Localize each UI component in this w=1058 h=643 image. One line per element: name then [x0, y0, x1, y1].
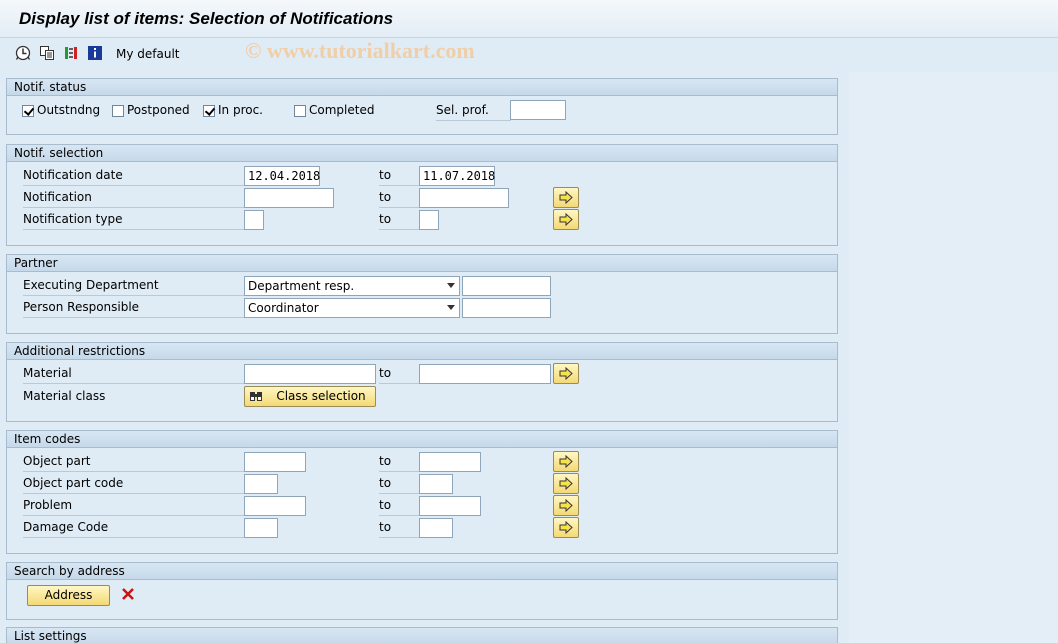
to-label: to: [379, 517, 419, 538]
material-from-input[interactable]: [244, 364, 376, 384]
problem-from-input[interactable]: [244, 496, 306, 516]
selprof-label: Sel. prof.: [436, 100, 511, 121]
problem-label: Problem: [23, 495, 245, 516]
inproc-label: In proc.: [218, 103, 263, 117]
arrow-right-icon: [559, 367, 573, 380]
notif-date-to-input[interactable]: 11.07.2018: [419, 166, 495, 186]
to-label: to: [379, 451, 419, 472]
material-label: Material: [23, 363, 245, 384]
partner-header: Partner: [7, 255, 837, 272]
notif-date-label: Notification date: [23, 165, 245, 186]
multiple-selection-button[interactable]: [553, 209, 579, 230]
notif-selection-header: Notif. selection: [7, 145, 837, 162]
outstanding-checkbox[interactable]: [22, 105, 34, 117]
selprof-input[interactable]: [510, 100, 566, 120]
exec-dept-select[interactable]: Department resp.: [244, 276, 460, 296]
to-label: to: [379, 165, 419, 186]
person-resp-select[interactable]: Coordinator: [244, 298, 460, 318]
item-codes-header: Item codes: [7, 431, 837, 448]
notif-type-to-input[interactable]: [419, 210, 439, 230]
problem-to-input[interactable]: [419, 496, 481, 516]
item-codes-box: Item codes Object part to Object part co…: [6, 430, 838, 554]
postponed-checkbox[interactable]: [112, 105, 124, 117]
notif-type-from-input[interactable]: [244, 210, 264, 230]
damage-code-from-input[interactable]: [244, 518, 278, 538]
multiple-selection-button[interactable]: [553, 517, 579, 538]
page-title: Display list of items: Selection of Noti…: [19, 9, 394, 28]
exec-dept-label: Executing Department: [23, 275, 245, 296]
address-button[interactable]: Address: [27, 585, 110, 606]
partner-box: Partner Executing Department Department …: [6, 254, 838, 334]
multiple-selection-button[interactable]: [553, 187, 579, 208]
class-selection-label: Class selection: [276, 389, 366, 403]
binoculars-icon: [250, 392, 262, 401]
damage-code-to-input[interactable]: [419, 518, 453, 538]
completed-checkbox[interactable]: [294, 105, 306, 117]
notification-to-input[interactable]: [419, 188, 509, 208]
execute-icon[interactable]: [15, 45, 31, 61]
object-part-code-from-input[interactable]: [244, 474, 278, 494]
selection-options-icon[interactable]: [63, 45, 79, 61]
object-part-to-input[interactable]: [419, 452, 481, 472]
completed-label: Completed: [309, 103, 375, 117]
search-by-address-header: Search by address: [7, 563, 837, 580]
variants-icon[interactable]: [39, 45, 55, 61]
list-settings-box: List settings: [6, 627, 838, 643]
chevron-down-icon: [447, 305, 455, 310]
notification-from-input[interactable]: [244, 188, 334, 208]
arrow-right-icon: [559, 521, 573, 534]
to-label: to: [379, 363, 419, 384]
application-toolbar: My default: [0, 39, 1058, 70]
additional-restrictions-box: Additional restrictions Material to Mate…: [6, 342, 838, 422]
notif-type-label: Notification type: [23, 209, 245, 230]
person-resp-select-value: Coordinator: [248, 301, 319, 315]
material-to-input[interactable]: [419, 364, 551, 384]
additional-restrictions-header: Additional restrictions: [7, 343, 837, 360]
to-label: to: [379, 209, 419, 230]
watermark: © www.tutorialkart.com: [245, 38, 475, 63]
object-part-from-input[interactable]: [244, 452, 306, 472]
multiple-selection-button[interactable]: [553, 451, 579, 472]
outstanding-label: Outstndng: [37, 103, 101, 117]
arrow-right-icon: [559, 499, 573, 512]
notif-status-box: Notif. status Outstndng Postponed In pro…: [6, 78, 838, 135]
right-pane: [849, 72, 1058, 643]
object-part-code-to-input[interactable]: [419, 474, 453, 494]
exec-dept-input[interactable]: [462, 276, 551, 296]
notification-label: Notification: [23, 187, 245, 208]
multiple-selection-button[interactable]: [553, 495, 579, 516]
object-part-label: Object part: [23, 451, 245, 472]
notif-date-from-input[interactable]: 12.04.2018: [244, 166, 320, 186]
arrow-right-icon: [559, 477, 573, 490]
notif-selection-box: Notif. selection Notification date 12.04…: [6, 144, 838, 246]
info-icon[interactable]: [87, 45, 103, 61]
postponed-label: Postponed: [127, 103, 190, 117]
object-part-code-label: Object part code: [23, 473, 245, 494]
inproc-checkbox[interactable]: [203, 105, 215, 117]
arrow-right-icon: [559, 213, 573, 226]
person-resp-input[interactable]: [462, 298, 551, 318]
search-by-address-box: Search by address Address: [6, 562, 838, 620]
to-label: to: [379, 495, 419, 516]
multiple-selection-button[interactable]: [553, 363, 579, 384]
to-label: to: [379, 473, 419, 494]
variant-label[interactable]: My default: [116, 47, 180, 61]
chevron-down-icon: [447, 283, 455, 288]
delete-icon[interactable]: [121, 587, 135, 601]
person-resp-label: Person Responsible: [23, 297, 245, 318]
title-bar: Display list of items: Selection of Noti…: [0, 0, 1058, 38]
damage-code-label: Damage Code: [23, 517, 245, 538]
class-selection-button[interactable]: Class selection: [244, 386, 376, 407]
list-settings-header: List settings: [7, 628, 837, 643]
arrow-right-icon: [559, 455, 573, 468]
material-class-label: Material class: [23, 389, 106, 403]
arrow-right-icon: [559, 191, 573, 204]
exec-dept-select-value: Department resp.: [248, 279, 355, 293]
notif-status-header: Notif. status: [7, 79, 837, 96]
multiple-selection-button[interactable]: [553, 473, 579, 494]
to-label: to: [379, 187, 419, 208]
